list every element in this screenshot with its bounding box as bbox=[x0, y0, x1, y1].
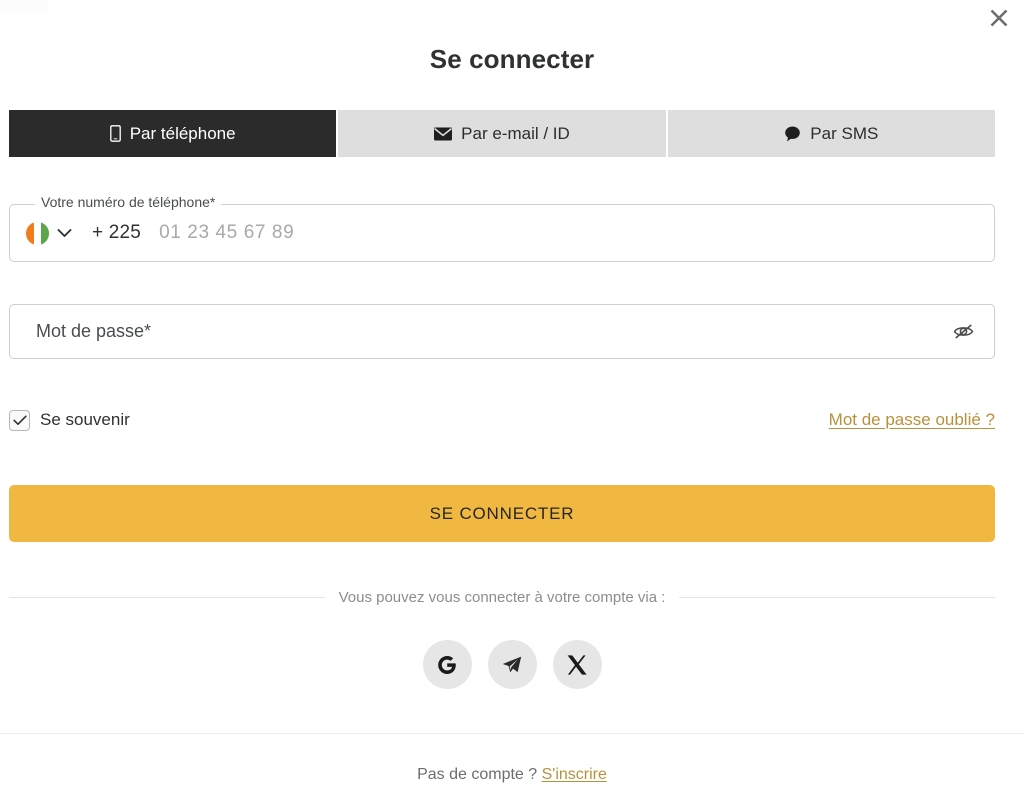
signup-prompt: Pas de compte ? bbox=[417, 766, 538, 783]
footer-separator bbox=[0, 733, 1024, 734]
eye-slash-icon[interactable] bbox=[948, 317, 978, 347]
dial-code: + 225 bbox=[92, 222, 142, 243]
remember-me-checkbox[interactable]: Se souvenir bbox=[9, 409, 130, 431]
phone-input[interactable] bbox=[159, 222, 978, 244]
social-login-row bbox=[0, 640, 1024, 689]
close-glyph bbox=[990, 9, 1008, 27]
ci-flag-icon[interactable] bbox=[26, 221, 49, 245]
forgot-password-link[interactable]: Mot de passe oublié ? bbox=[829, 410, 995, 430]
signup-link[interactable]: S'inscrire bbox=[542, 766, 607, 783]
social-divider: Vous pouvez vous connecter à votre compt… bbox=[9, 589, 996, 606]
close-icon[interactable] bbox=[982, 2, 1016, 34]
speech-bubble-icon bbox=[784, 126, 801, 142]
login-modal: Se connecter Par téléphone Par e-mail / … bbox=[0, 0, 1024, 801]
tab-par-sms[interactable]: Par SMS bbox=[667, 110, 995, 157]
remember-row: Se souvenir Mot de passe oublié ? bbox=[9, 404, 995, 436]
x-icon bbox=[567, 654, 587, 675]
checkbox-box[interactable] bbox=[9, 409, 30, 431]
page-title: Se connecter bbox=[429, 44, 595, 74]
telegram-login-button[interactable] bbox=[487, 640, 537, 689]
divider-line-right bbox=[679, 597, 996, 598]
tab-label: Par téléphone bbox=[129, 123, 236, 143]
envelope-icon bbox=[434, 127, 453, 141]
chevron-down-icon[interactable] bbox=[57, 228, 72, 238]
x-login-button[interactable] bbox=[552, 640, 602, 689]
password-field[interactable] bbox=[9, 304, 995, 359]
divider-line-left bbox=[9, 597, 325, 598]
tab-label: Par SMS bbox=[810, 123, 879, 143]
password-input[interactable] bbox=[36, 321, 948, 342]
phone-number-field[interactable]: Votre numéro de téléphone* + 225 bbox=[9, 195, 995, 262]
remember-me-label: Se souvenir bbox=[40, 410, 130, 429]
tab-label: Par e-mail / ID bbox=[461, 123, 570, 143]
phone-field-legend: Votre numéro de téléphone* bbox=[35, 195, 222, 209]
checkmark-icon bbox=[12, 415, 27, 425]
google-login-button[interactable] bbox=[422, 640, 472, 689]
tab-par-email-id[interactable]: Par e-mail / ID bbox=[338, 110, 666, 157]
google-icon bbox=[438, 655, 456, 674]
telegram-icon bbox=[502, 656, 522, 672]
auth-method-tabs: Par téléphone Par e-mail / ID Par SMS bbox=[9, 110, 995, 157]
divider-text: Vous pouvez vous connecter à votre compt… bbox=[338, 589, 666, 606]
corner-artifact bbox=[0, 0, 48, 13]
mobile-phone-icon bbox=[109, 125, 121, 142]
submit-login-button[interactable]: SE CONNECTER bbox=[9, 485, 995, 542]
signup-footer: Pas de compte ? S'inscrire bbox=[0, 766, 1024, 784]
tab-par-telephone[interactable]: Par téléphone bbox=[9, 110, 337, 157]
